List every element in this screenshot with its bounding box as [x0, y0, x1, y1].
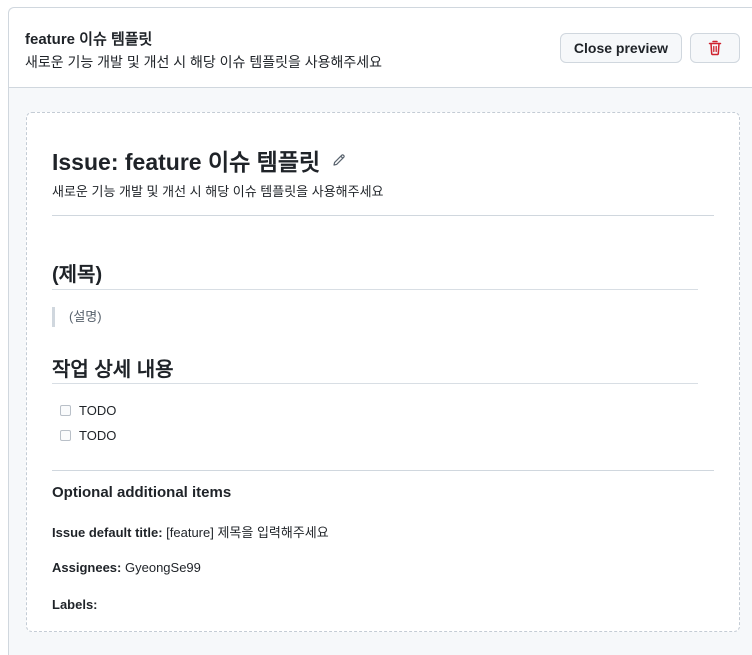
task-checkbox[interactable] — [60, 430, 71, 441]
divider — [52, 215, 714, 216]
heading-underline — [52, 383, 698, 384]
labels-label: Labels: — [52, 597, 98, 612]
task-list-item: TODO — [60, 428, 116, 443]
heading-underline — [52, 289, 698, 290]
issue-preview-card: Issue: feature 이슈 템플릿 새로운 기능 개발 및 개선 시 해… — [26, 112, 740, 632]
template-name: feature 이슈 템플릿 — [25, 31, 153, 48]
assignees-value: GyeongSe99 — [125, 560, 201, 575]
issue-description: 새로운 기능 개발 및 개선 시 해당 이슈 템플릿을 사용해주세요 — [52, 184, 384, 199]
default-title-value: [feature] 제목을 입력해주세요 — [166, 525, 329, 540]
task-label: TODO — [79, 428, 117, 443]
optional-items-title: Optional additional items — [52, 484, 232, 501]
template-description: 새로운 기능 개발 및 개선 시 해당 이슈 템플릿을 사용해주세요 — [25, 54, 383, 70]
task-checkbox[interactable] — [60, 405, 71, 416]
assignees-label: Assignees: — [52, 560, 122, 575]
assignees-row: Assignees: GyeongSe99 — [52, 560, 201, 575]
task-label: TODO — [79, 403, 117, 418]
issue-title: Issue: feature 이슈 템플릿 — [52, 143, 346, 177]
trash-icon — [708, 40, 722, 56]
pencil-icon[interactable] — [332, 153, 346, 167]
body-heading-details: 작업 상세 내용 — [52, 359, 174, 381]
labels-row: Labels: — [52, 597, 98, 612]
template-preview-panel: feature 이슈 템플릿 새로운 기능 개발 및 개선 시 해당 이슈 템플… — [8, 7, 752, 655]
default-title-label: Issue default title: — [52, 525, 163, 540]
blockquote-description: (설명) — [52, 307, 102, 327]
body-heading-title: (제목) — [52, 264, 103, 286]
issue-title-text: Issue: feature 이슈 템플릿 — [52, 149, 321, 175]
close-preview-button[interactable]: Close preview — [560, 33, 682, 63]
divider — [52, 470, 714, 471]
delete-template-button[interactable] — [690, 33, 740, 63]
template-header: feature 이슈 템플릿 새로운 기능 개발 및 개선 시 해당 이슈 템플… — [9, 8, 752, 88]
default-title-row: Issue default title: [feature] 제목을 입력해주세… — [52, 522, 329, 541]
task-list-item: TODO — [60, 403, 116, 418]
